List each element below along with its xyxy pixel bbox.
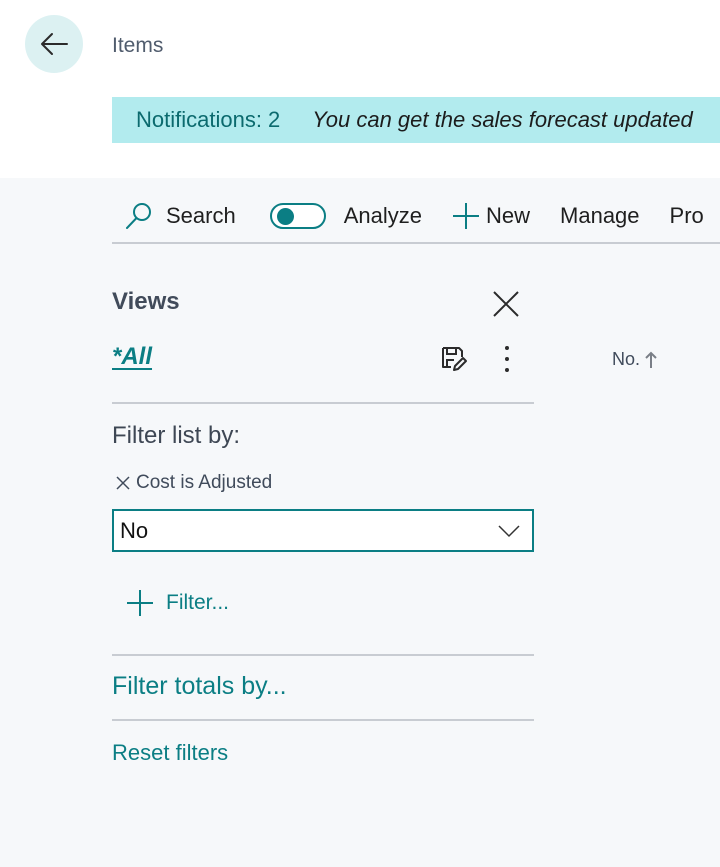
content-area: Search Analyze New Manage Pro Views *All — [0, 178, 720, 867]
close-icon — [493, 291, 519, 317]
notification-bar[interactable]: Notifications: 2 You can get the sales f… — [112, 97, 720, 143]
filter-list-label: Filter list by: — [112, 422, 241, 449]
divider — [112, 402, 534, 404]
filter-totals-link[interactable]: Filter totals by... — [112, 672, 287, 701]
notification-count[interactable]: Notifications: 2 — [136, 107, 280, 133]
arrow-up-icon — [645, 351, 657, 368]
analyze-toggle[interactable]: Analyze — [269, 203, 422, 229]
process-label: Pro — [669, 203, 704, 228]
divider — [112, 654, 534, 656]
filter-value: No — [120, 517, 149, 543]
manage-label: Manage — [560, 203, 640, 228]
filter-field: Cost is Adjusted — [116, 472, 272, 494]
save-edit-icon — [442, 347, 467, 371]
plus-icon — [127, 590, 153, 616]
more-vertical-icon — [505, 346, 509, 372]
view-all-link[interactable]: *All — [112, 343, 152, 371]
action-bar: Search Analyze New Manage Pro — [112, 190, 720, 244]
search-button[interactable]: Search — [124, 201, 236, 231]
page-header: Items Notifications: 2 You can get the s… — [0, 0, 720, 178]
search-icon — [126, 203, 151, 229]
save-view-button[interactable] — [440, 345, 468, 378]
close-views-button[interactable] — [490, 288, 522, 325]
analyze-label: Analyze — [343, 203, 422, 228]
remove-filter-icon[interactable] — [116, 476, 130, 490]
search-label: Search — [166, 203, 236, 228]
toggle-knob — [276, 208, 294, 225]
filter-value-dropdown[interactable]: No — [112, 509, 534, 552]
column-header-label: No. — [612, 349, 641, 369]
back-button[interactable] — [25, 15, 83, 73]
add-filter-button[interactable]: Filter... — [126, 589, 229, 617]
process-button[interactable]: Pro — [670, 203, 704, 229]
notification-message: You can get the sales forecast updated — [312, 107, 693, 132]
view-options-button[interactable] — [498, 343, 516, 380]
divider — [112, 719, 534, 721]
reset-filters-link[interactable]: Reset filters — [112, 740, 228, 766]
views-title: Views — [112, 288, 180, 315]
manage-button[interactable]: Manage — [560, 203, 640, 229]
add-filter-label: Filter... — [166, 591, 230, 614]
filter-field-name: Cost is Adjusted — [136, 472, 273, 493]
chevron-down-icon — [498, 524, 520, 537]
toggle-switch[interactable] — [269, 203, 326, 229]
arrow-left-icon — [41, 33, 68, 55]
column-header-no[interactable]: No. — [612, 349, 658, 370]
page-title: Items — [112, 34, 164, 57]
new-label: New — [486, 203, 531, 228]
plus-icon — [453, 203, 479, 229]
new-button[interactable]: New — [452, 202, 530, 230]
